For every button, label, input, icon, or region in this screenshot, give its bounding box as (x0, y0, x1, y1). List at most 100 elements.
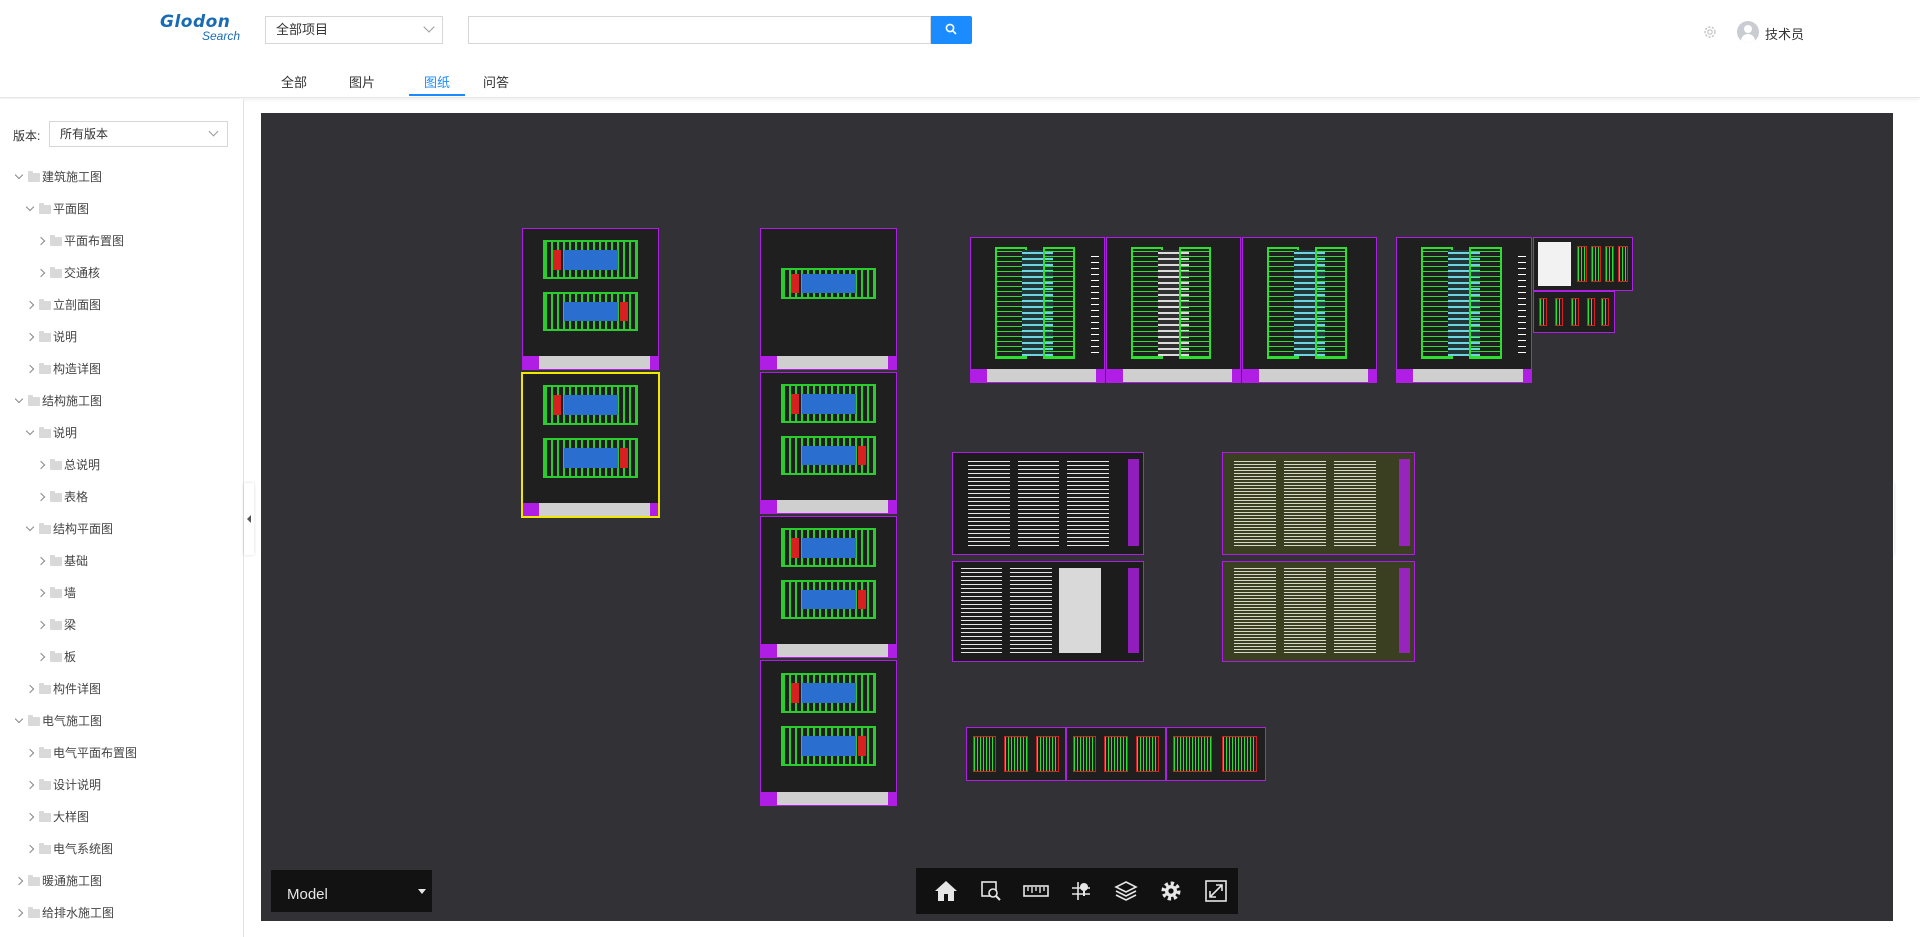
tree-node[interactable]: 立剖面图 (0, 289, 244, 321)
drawing-sheet[interactable] (966, 727, 1066, 781)
drawing-sheet[interactable] (1533, 237, 1633, 291)
tree-node[interactable]: 说明 (0, 417, 244, 449)
drawing-sheet[interactable] (952, 452, 1144, 555)
drawing-sheet[interactable] (760, 228, 897, 370)
tab-drawings[interactable]: 图纸 (408, 72, 466, 96)
layers-button[interactable] (1103, 868, 1148, 914)
chevron-right-icon[interactable] (25, 748, 35, 758)
tree-node[interactable]: 电气施工图 (0, 705, 244, 737)
drawing-sheet[interactable] (760, 372, 897, 514)
chevron-right-icon[interactable] (36, 556, 46, 566)
drawing-sheet[interactable] (970, 237, 1105, 383)
chevron-right-icon[interactable] (25, 844, 35, 854)
tree-node[interactable]: 总说明 (0, 449, 244, 481)
drawing-sheet[interactable] (1222, 452, 1415, 555)
chevron-right-icon[interactable] (36, 236, 46, 246)
drawing-sheet[interactable] (952, 561, 1144, 662)
tab-all[interactable]: 全部 (272, 72, 316, 96)
drawing-viewer-canvas[interactable]: Model (261, 113, 1893, 921)
drawing-sheet[interactable] (760, 660, 897, 806)
tree-node[interactable]: 交通核 (0, 257, 244, 289)
folder-icon (28, 875, 40, 886)
tree-node-label: 说明 (53, 426, 78, 440)
tab-qa[interactable]: 问答 (474, 72, 518, 96)
tree-node[interactable]: 平面图 (0, 193, 244, 225)
tree-node[interactable]: 结构平面图 (0, 513, 244, 545)
chevron-right-icon[interactable] (36, 620, 46, 630)
avatar[interactable] (1737, 21, 1759, 43)
tree-node-label: 结构施工图 (42, 394, 103, 408)
drawing-sheet[interactable] (1066, 727, 1166, 781)
tree-node-label: 构造详图 (53, 362, 102, 376)
chevron-right-icon[interactable] (25, 364, 35, 374)
fullscreen-button[interactable] (1193, 868, 1238, 914)
chevron-right-icon[interactable] (36, 460, 46, 470)
drawing-sheet[interactable] (1242, 237, 1377, 383)
chevron-down-icon (423, 21, 435, 33)
tree-node[interactable]: 构造详图 (0, 353, 244, 385)
chevron-down-icon[interactable] (14, 170, 24, 180)
chevron-right-icon[interactable] (36, 492, 46, 502)
tree-node[interactable]: 说明 (0, 321, 244, 353)
chevron-right-icon[interactable] (25, 780, 35, 790)
chevron-down-icon[interactable] (14, 714, 24, 724)
drawing-sheet[interactable] (1166, 727, 1266, 781)
chevron-right-icon[interactable] (25, 300, 35, 310)
glodon-search-logo[interactable]: Glodon Search (160, 12, 244, 44)
measure-button[interactable] (1014, 868, 1059, 914)
tree-node[interactable]: 板 (0, 641, 244, 673)
version-select[interactable]: 所有版本 (49, 121, 228, 147)
chevron-right-icon[interactable] (14, 908, 24, 918)
explode-button[interactable] (1059, 868, 1104, 914)
chevron-right-icon[interactable] (14, 876, 24, 886)
chevron-right-icon[interactable] (36, 588, 46, 598)
project-select[interactable]: 全部项目 (265, 16, 443, 44)
username[interactable]: 技术员 (1765, 24, 1804, 43)
tree-node[interactable]: 结构施工图 (0, 385, 244, 417)
tree-node[interactable]: 大样图 (0, 801, 244, 833)
chevron-right-icon[interactable] (36, 652, 46, 662)
search-input[interactable] (468, 16, 931, 44)
gear-icon[interactable] (1702, 24, 1718, 40)
tree-node[interactable]: 平面布置图 (0, 225, 244, 257)
drawing-sheet[interactable] (760, 516, 897, 658)
tree-node[interactable]: 建筑施工图 (0, 161, 244, 193)
search-button[interactable] (931, 16, 972, 44)
drawing-sheet[interactable] (522, 228, 659, 370)
drawing-sheet[interactable] (1106, 237, 1241, 383)
drawing-sheet[interactable] (1533, 291, 1615, 333)
top-header: Glodon Search 全部项目 技术员 全部 图片 图纸 问答 (0, 0, 1920, 98)
drawing-sheet-selected[interactable] (521, 372, 660, 518)
tab-images[interactable]: 图片 (340, 72, 384, 96)
chevron-right-icon[interactable] (25, 812, 35, 822)
chevron-down-icon[interactable] (14, 394, 24, 404)
home-button[interactable] (924, 868, 969, 914)
chevron-right-icon[interactable] (36, 268, 46, 278)
folder-icon (39, 331, 51, 342)
drawing-sheet[interactable] (1396, 237, 1532, 383)
chevron-down-icon[interactable] (25, 426, 35, 436)
chevron-right-icon[interactable] (25, 332, 35, 342)
fullscreen-icon (1204, 880, 1227, 902)
tree-node[interactable]: 梁 (0, 609, 244, 641)
logo-sub-text: Search (201, 29, 240, 43)
tree-node[interactable]: 设计说明 (0, 769, 244, 801)
tree-node[interactable]: 构件详图 (0, 673, 244, 705)
drawing-sheet[interactable] (1222, 561, 1415, 662)
tree-node[interactable]: 给排水施工图 (0, 897, 244, 929)
tree-node[interactable]: 墙 (0, 577, 244, 609)
tree-node[interactable]: 表格 (0, 481, 244, 513)
tree-node[interactable]: 基础 (0, 545, 244, 577)
tree-node[interactable]: 电气平面布置图 (0, 737, 244, 769)
folder-icon (50, 651, 62, 662)
tree-node[interactable]: 暖通施工图 (0, 865, 244, 897)
zoom-window-button[interactable] (969, 868, 1014, 914)
chevron-right-icon[interactable] (25, 684, 35, 694)
chevron-down-icon[interactable] (25, 202, 35, 212)
model-layout-select[interactable]: Model (271, 870, 432, 912)
tree-node[interactable]: 电气系统图 (0, 833, 244, 865)
chevron-down-icon[interactable] (25, 522, 35, 532)
measure-icon (1023, 885, 1049, 897)
settings-button[interactable] (1148, 868, 1193, 914)
sidebar-collapse-handle[interactable] (244, 483, 254, 555)
